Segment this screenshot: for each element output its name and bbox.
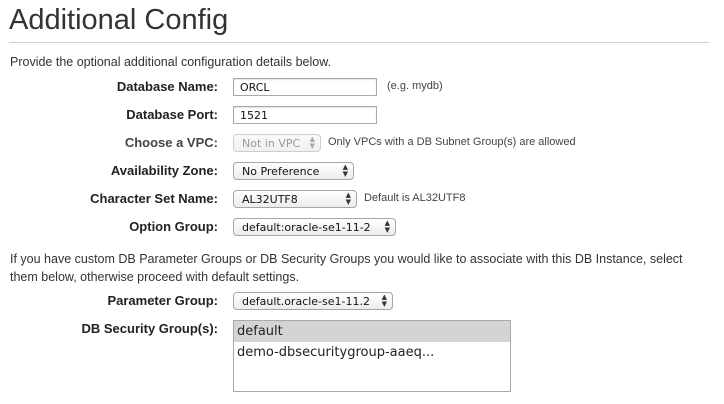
db-port-label: Database Port: xyxy=(126,107,218,122)
db-name-label: Database Name: xyxy=(116,79,218,94)
db-port-input[interactable] xyxy=(233,106,377,124)
charset-label: Character Set Name: xyxy=(90,191,218,206)
az-select-value: No Preference xyxy=(242,165,320,178)
title-divider xyxy=(9,42,709,43)
intro-text: Provide the optional additional configur… xyxy=(10,55,332,69)
option-group-select-value: default:oracle-se1-11-2 xyxy=(242,221,371,234)
param-group-select[interactable]: default.oracle-se1-11.2 ▲ ▼ xyxy=(233,292,393,310)
updown-arrows-icon: ▲ ▼ xyxy=(381,293,387,308)
vpc-hint: Only VPCs with a DB Subnet Group(s) are … xyxy=(328,136,576,148)
updown-arrows-icon: ▲ ▼ xyxy=(342,163,348,178)
charset-select[interactable]: AL32UTF8 ▲ ▼ xyxy=(233,190,357,208)
page-title: Additional Config xyxy=(9,4,229,36)
az-label: Availability Zone: xyxy=(110,163,218,178)
db-name-hint: (e.g. mydb) xyxy=(387,80,443,92)
vpc-select: Not in VPC ▲ ▼ xyxy=(233,134,321,152)
param-group-select-value: default.oracle-se1-11.2 xyxy=(242,295,370,308)
security-groups-label: DB Security Group(s): xyxy=(81,321,218,336)
vpc-select-value: Not in VPC xyxy=(242,137,301,150)
list-item[interactable]: default xyxy=(234,321,510,342)
custom-groups-paragraph: If you have custom DB Parameter Groups o… xyxy=(10,252,683,284)
updown-arrows-icon: ▲ ▼ xyxy=(309,135,315,150)
list-item[interactable]: demo-dbsecuritygroup-aaeq... xyxy=(234,342,510,363)
param-group-label: Parameter Group: xyxy=(107,293,218,308)
vpc-label: Choose a VPC: xyxy=(124,135,218,150)
option-group-label: Option Group: xyxy=(129,219,218,234)
option-group-select[interactable]: default:oracle-se1-11-2 ▲ ▼ xyxy=(233,218,396,236)
updown-arrows-icon: ▲ ▼ xyxy=(345,191,351,206)
updown-arrows-icon: ▲ ▼ xyxy=(384,219,390,234)
az-select[interactable]: No Preference ▲ ▼ xyxy=(233,162,354,180)
db-name-input[interactable] xyxy=(233,78,377,96)
security-groups-listbox[interactable]: default demo-dbsecuritygroup-aaeq... xyxy=(233,320,511,392)
charset-select-value: AL32UTF8 xyxy=(242,193,298,206)
charset-hint: Default is AL32UTF8 xyxy=(364,192,466,204)
